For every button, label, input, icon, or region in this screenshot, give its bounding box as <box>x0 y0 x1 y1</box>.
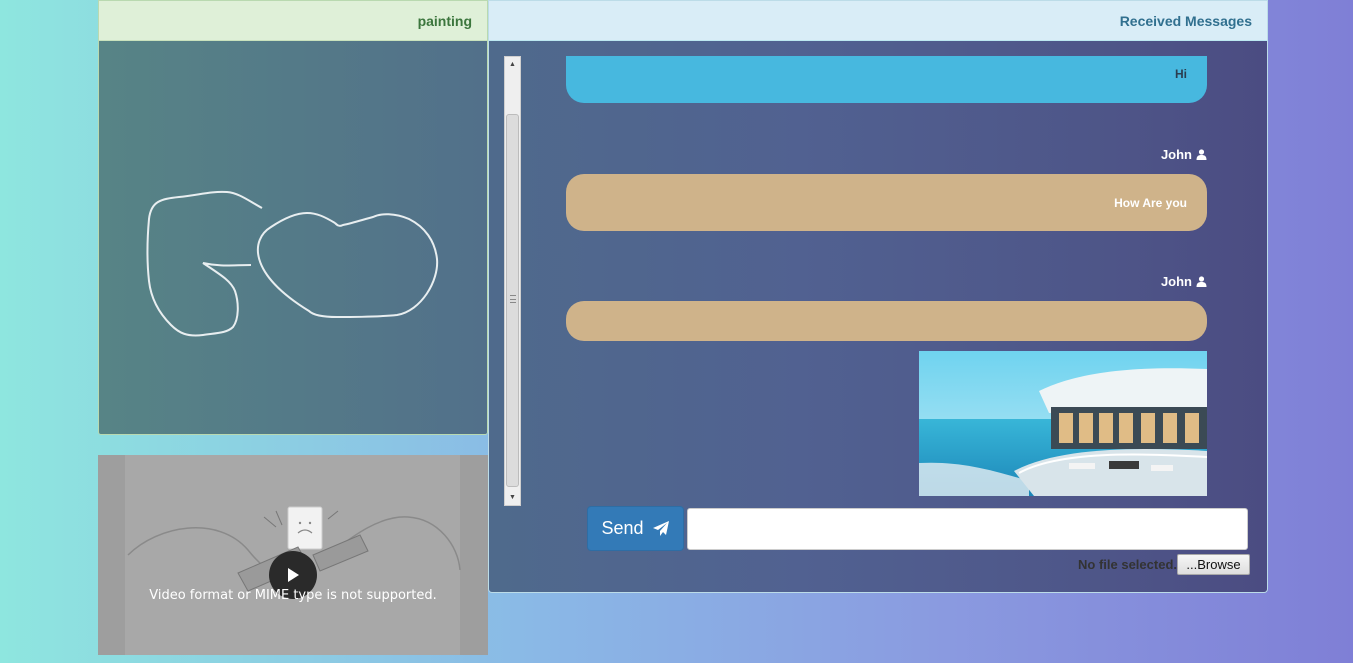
message-bubble: How Are you <box>566 174 1207 231</box>
message-sender: John <box>1161 147 1207 162</box>
painting-title: painting <box>417 12 472 29</box>
user-icon <box>1196 276 1207 287</box>
file-status: No file selected. <box>1078 557 1177 572</box>
scroll-thumb[interactable] <box>506 114 519 487</box>
send-label: Send <box>601 518 644 538</box>
painting-header: painting <box>99 1 487 41</box>
play-icon <box>288 568 299 582</box>
scroll-down-arrow[interactable]: ▼ <box>505 490 520 505</box>
messages-body: ▲ ▼ Hi John How Are you John Send No fil… <box>489 41 1267 592</box>
message-bubble <box>566 301 1207 341</box>
message-bubble: Hi <box>566 56 1207 103</box>
send-button[interactable]: Send <box>587 506 684 551</box>
video-player[interactable]: Video format or MIME type is not support… <box>98 455 488 655</box>
browse-button[interactable]: ...Browse <box>1177 554 1250 575</box>
messages-panel: Received Messages ▲ ▼ Hi John How Are yo… <box>488 0 1268 593</box>
beach-house-photo <box>919 351 1207 496</box>
message-text: Hi <box>1175 67 1187 81</box>
scroll-up-arrow[interactable]: ▲ <box>505 57 520 72</box>
video-error-message: Video format or MIME type is not support… <box>149 588 437 603</box>
message-text: How Are you <box>1114 195 1187 210</box>
message-sender: John <box>1161 274 1207 289</box>
drawing-strokes <box>146 190 439 337</box>
user-icon <box>1196 149 1207 160</box>
message-input[interactable] <box>687 508 1248 550</box>
messages-scrollbar[interactable]: ▲ ▼ <box>504 56 521 506</box>
message-image-attachment[interactable] <box>919 351 1207 496</box>
drawing-canvas[interactable] <box>99 41 487 434</box>
paper-plane-icon <box>652 520 669 536</box>
sender-name: John <box>1160 274 1192 289</box>
sender-name: John <box>1160 147 1192 162</box>
painting-panel: painting <box>98 0 488 435</box>
messages-header: Received Messages <box>489 1 1267 41</box>
messages-title: Received Messages <box>1119 12 1252 29</box>
scroll-grip <box>510 295 516 303</box>
